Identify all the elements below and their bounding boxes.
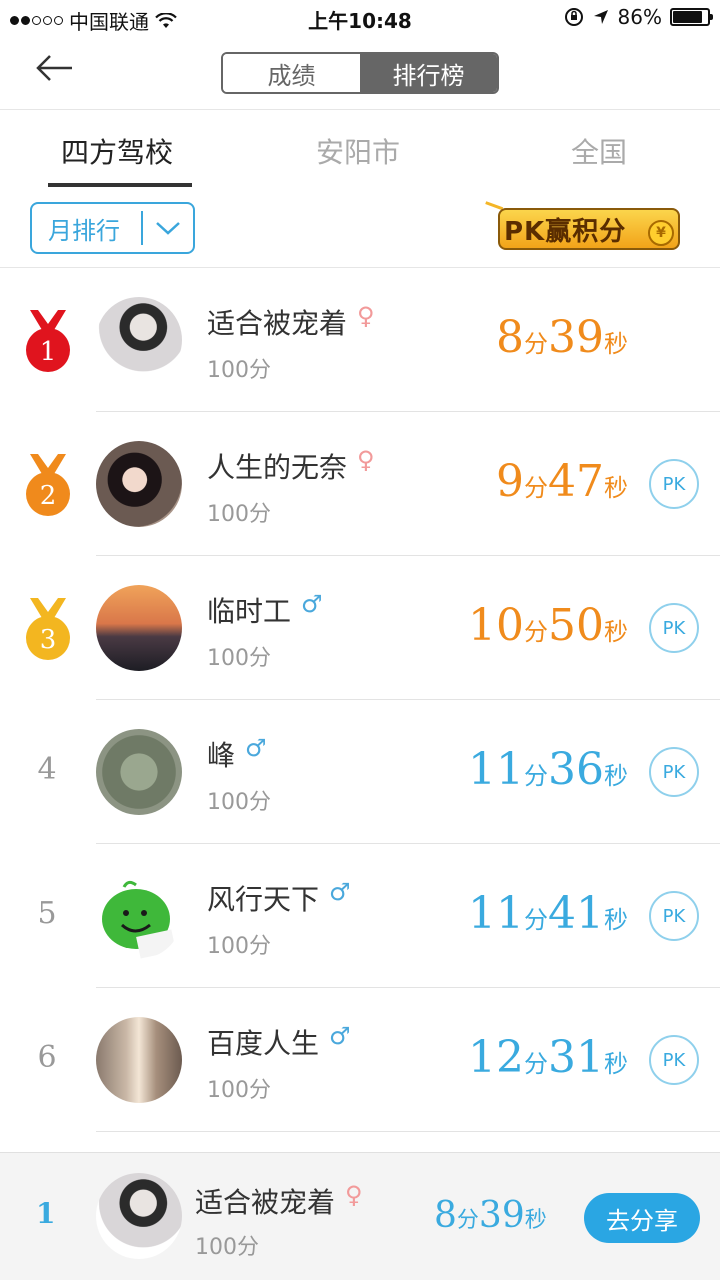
exam-time: 11分36秒	[468, 744, 628, 795]
pk-button[interactable]: PK	[649, 891, 699, 941]
my-exam-time: 8分39秒	[434, 1195, 547, 1236]
nav-bar: 成绩 排行榜	[0, 36, 720, 110]
ranking-row[interactable]: 6 百度人生 ♂ 100分 12分31秒 PK	[0, 988, 720, 1132]
avatar[interactable]	[96, 585, 182, 671]
my-avatar[interactable]	[96, 1173, 182, 1259]
avatar[interactable]	[96, 873, 182, 959]
location-icon	[593, 10, 608, 24]
pk-win-points-banner[interactable]: PK赢积分 ¥	[482, 200, 694, 256]
exam-time: 8分39秒	[496, 312, 628, 363]
orientation-lock-icon	[564, 8, 583, 26]
avatar[interactable]	[96, 297, 182, 383]
male-icon: ♂	[245, 734, 267, 762]
my-user-name: 适合被宠着 ♀	[195, 1181, 363, 1219]
user-name: 临时工 ♂	[207, 590, 323, 628]
segmented-control: 成绩 排行榜	[221, 52, 499, 94]
share-button[interactable]: 去分享	[584, 1193, 700, 1243]
bronze-medal-icon: 3	[26, 598, 70, 660]
avatar[interactable]	[96, 441, 182, 527]
back-arrow-icon[interactable]	[34, 52, 76, 84]
user-score: 100分	[207, 646, 271, 671]
scope-tabs: 四方驾校 安阳市 全国	[0, 111, 720, 191]
male-icon: ♂	[329, 878, 351, 906]
ranking-row[interactable]: 2 人生的无奈 ♀ 100分 9分47秒 PK	[0, 412, 720, 556]
user-name: 人生的无奈 ♀	[207, 446, 375, 484]
user-score: 100分	[207, 1078, 271, 1103]
ranking-row[interactable]: 4 峰 ♂ 100分 11分36秒 PK	[0, 700, 720, 844]
battery-icon	[670, 8, 713, 26]
medal-rank: 2	[40, 481, 57, 511]
medal-rank: 1	[40, 337, 57, 367]
rank-number: 4	[37, 752, 57, 787]
chevron-down-icon	[143, 203, 193, 253]
segment-scores[interactable]: 成绩	[223, 54, 360, 92]
battery-percent: 86%	[617, 5, 662, 29]
ranking-row[interactable]: 1 适合被宠着 ♀ 100分 8分39秒	[0, 268, 720, 412]
tab-school[interactable]: 四方驾校	[61, 131, 173, 171]
male-icon: ♂	[301, 590, 323, 618]
exam-time: 12分31秒	[468, 1032, 628, 1083]
user-score: 100分	[207, 502, 271, 527]
tab-national[interactable]: 全国	[571, 131, 627, 171]
user-score: 100分	[207, 358, 271, 383]
tab-city[interactable]: 安阳市	[316, 131, 400, 171]
female-icon: ♀	[357, 302, 375, 330]
period-filter-label: 月排行	[48, 216, 120, 245]
medal-rank: 3	[40, 625, 57, 655]
user-score: 100分	[207, 934, 271, 959]
status-right: 86%	[564, 5, 713, 29]
user-name: 峰 ♂	[207, 734, 267, 772]
avatar[interactable]	[96, 1017, 182, 1103]
avatar[interactable]	[96, 729, 182, 815]
user-name: 百度人生 ♂	[207, 1022, 351, 1060]
user-name: 适合被宠着 ♀	[207, 302, 375, 340]
ranking-row[interactable]: 3 临时工 ♂ 100分 10分50秒 PK	[0, 556, 720, 700]
gold-medal-icon: 1	[26, 310, 70, 372]
my-rank-bar: 1 适合被宠着 ♀ 100分 8分39秒 去分享	[0, 1152, 720, 1280]
exam-time: 9分47秒	[496, 456, 628, 507]
status-bar: 中国联通 上午10:48 86%	[0, 0, 720, 36]
rank-number: 5	[37, 896, 57, 931]
pk-button[interactable]: PK	[649, 459, 699, 509]
pk-banner-text: PK赢积分	[504, 217, 627, 247]
segment-leaderboard[interactable]: 排行榜	[360, 54, 497, 92]
green-smiley-icon	[102, 880, 176, 959]
ranking-list: 1 适合被宠着 ♀ 100分 8分39秒 2 人生的无奈 ♀ 100分 9分47秒 …	[0, 268, 720, 1132]
ranking-row[interactable]: 5 风行天下 ♂ 100分 11分41秒 PK	[0, 844, 720, 988]
period-filter-dropdown[interactable]: 月排行	[30, 202, 195, 254]
user-name: 风行天下 ♂	[207, 878, 351, 916]
pk-button[interactable]: PK	[649, 1035, 699, 1085]
female-icon: ♀	[345, 1181, 363, 1209]
exam-time: 11分41秒	[468, 888, 628, 939]
rank-number: 6	[37, 1040, 57, 1075]
pk-button[interactable]: PK	[649, 603, 699, 653]
female-icon: ♀	[357, 446, 375, 474]
silver-medal-icon: 2	[26, 454, 70, 516]
male-icon: ♂	[329, 1022, 351, 1050]
active-tab-underline	[48, 183, 192, 187]
user-score: 100分	[207, 790, 271, 815]
row-divider	[96, 1131, 720, 1132]
my-score: 100分	[195, 1235, 259, 1260]
my-rank-number: 1	[36, 1197, 56, 1230]
exam-time: 10分50秒	[468, 600, 628, 651]
pk-button[interactable]: PK	[649, 747, 699, 797]
coin-icon: ¥	[648, 220, 674, 246]
